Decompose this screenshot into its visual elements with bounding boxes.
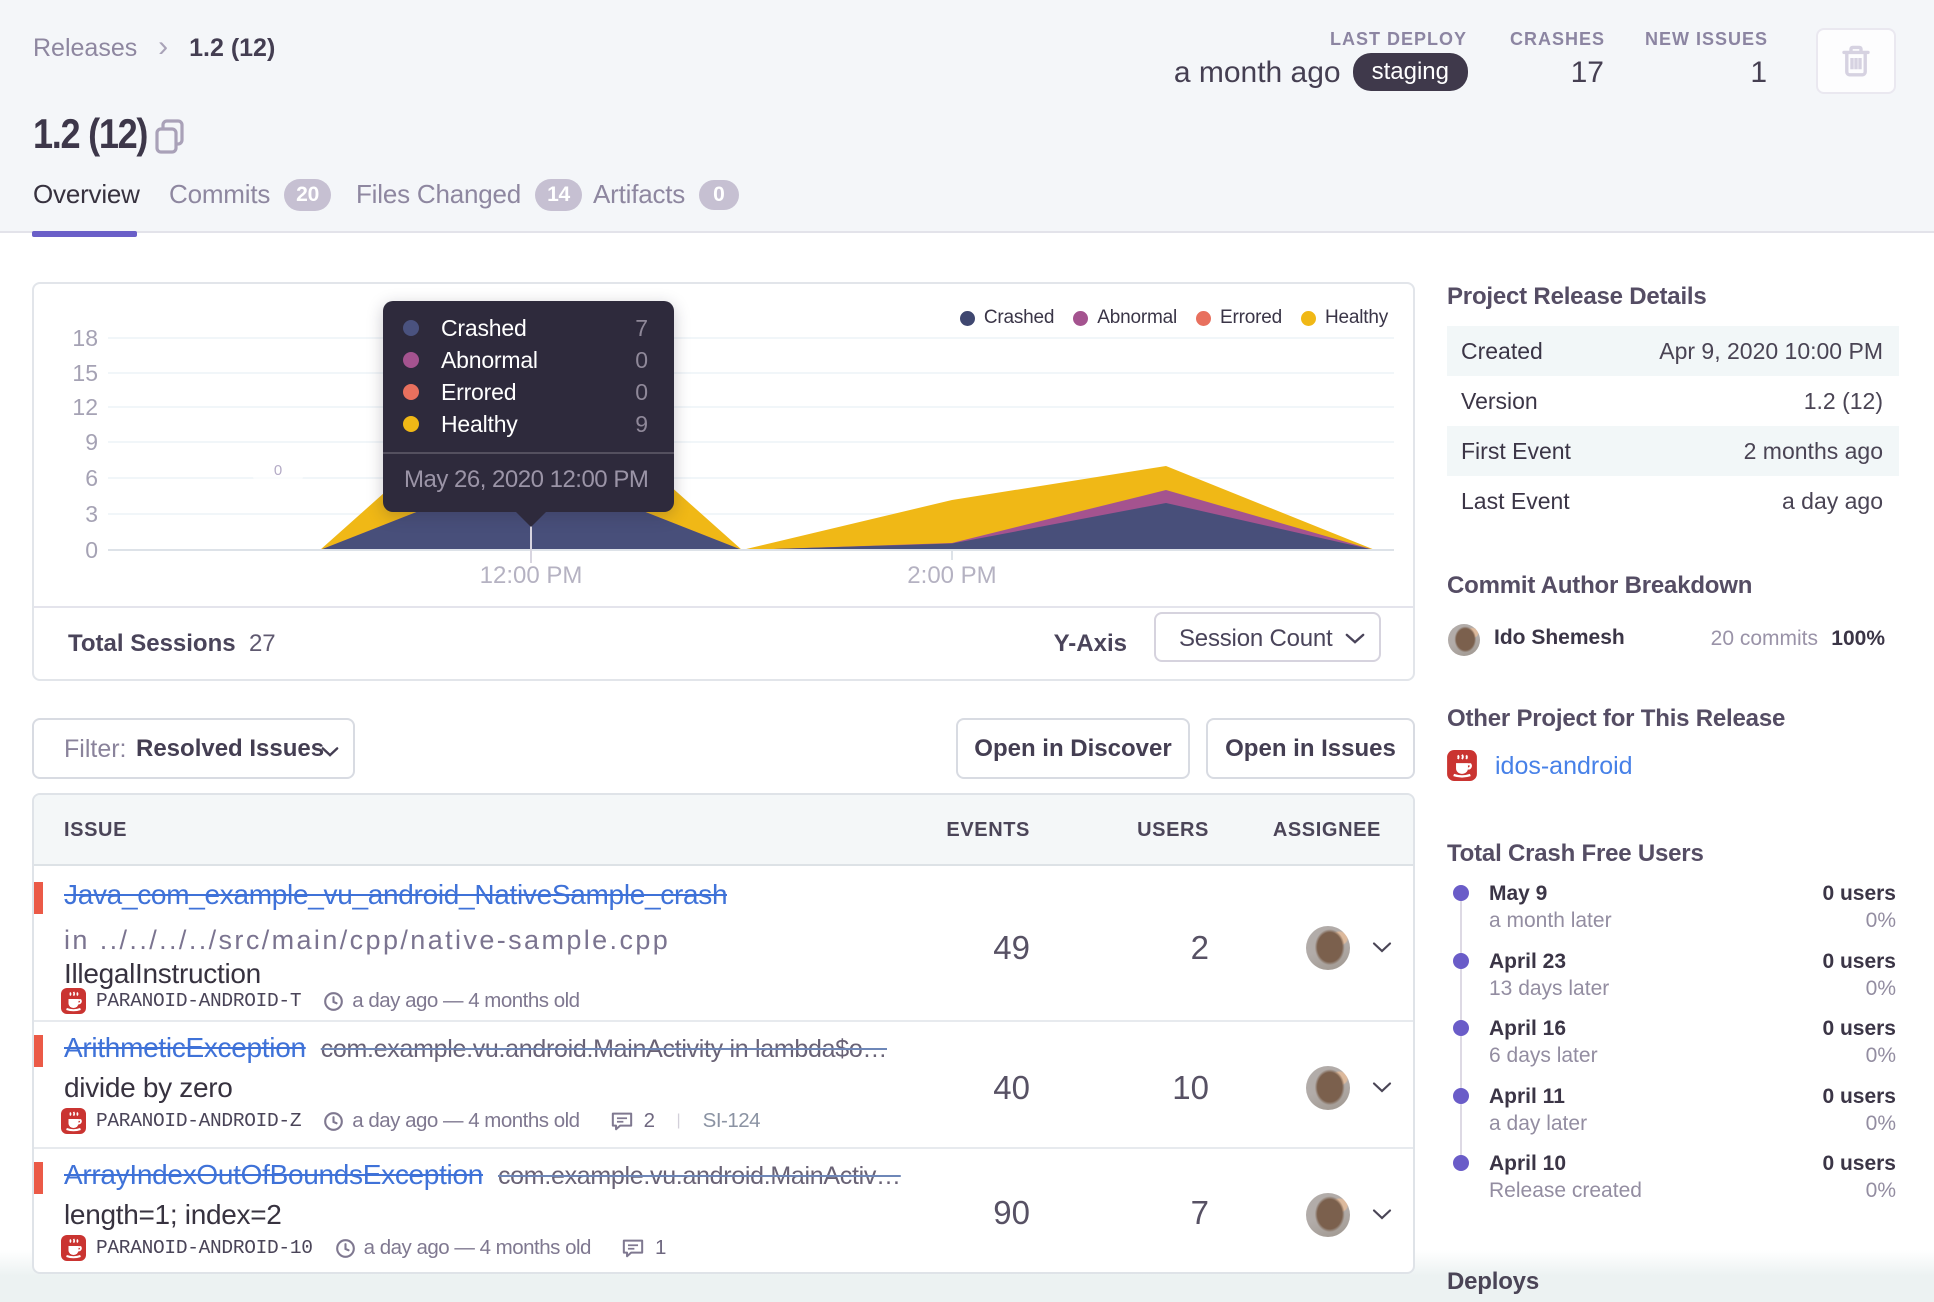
svg-text:2:00 PM: 2:00 PM	[907, 562, 996, 589]
svg-text:6: 6	[85, 465, 98, 491]
svg-text:15: 15	[72, 360, 98, 386]
svg-text:0: 0	[85, 537, 98, 563]
svg-text:0: 0	[274, 462, 282, 479]
svg-text:12:00 PM: 12:00 PM	[480, 562, 583, 589]
svg-text:9: 9	[85, 429, 98, 455]
svg-text:12: 12	[72, 394, 98, 420]
svg-text:18: 18	[72, 325, 98, 351]
svg-text:3: 3	[85, 501, 98, 527]
